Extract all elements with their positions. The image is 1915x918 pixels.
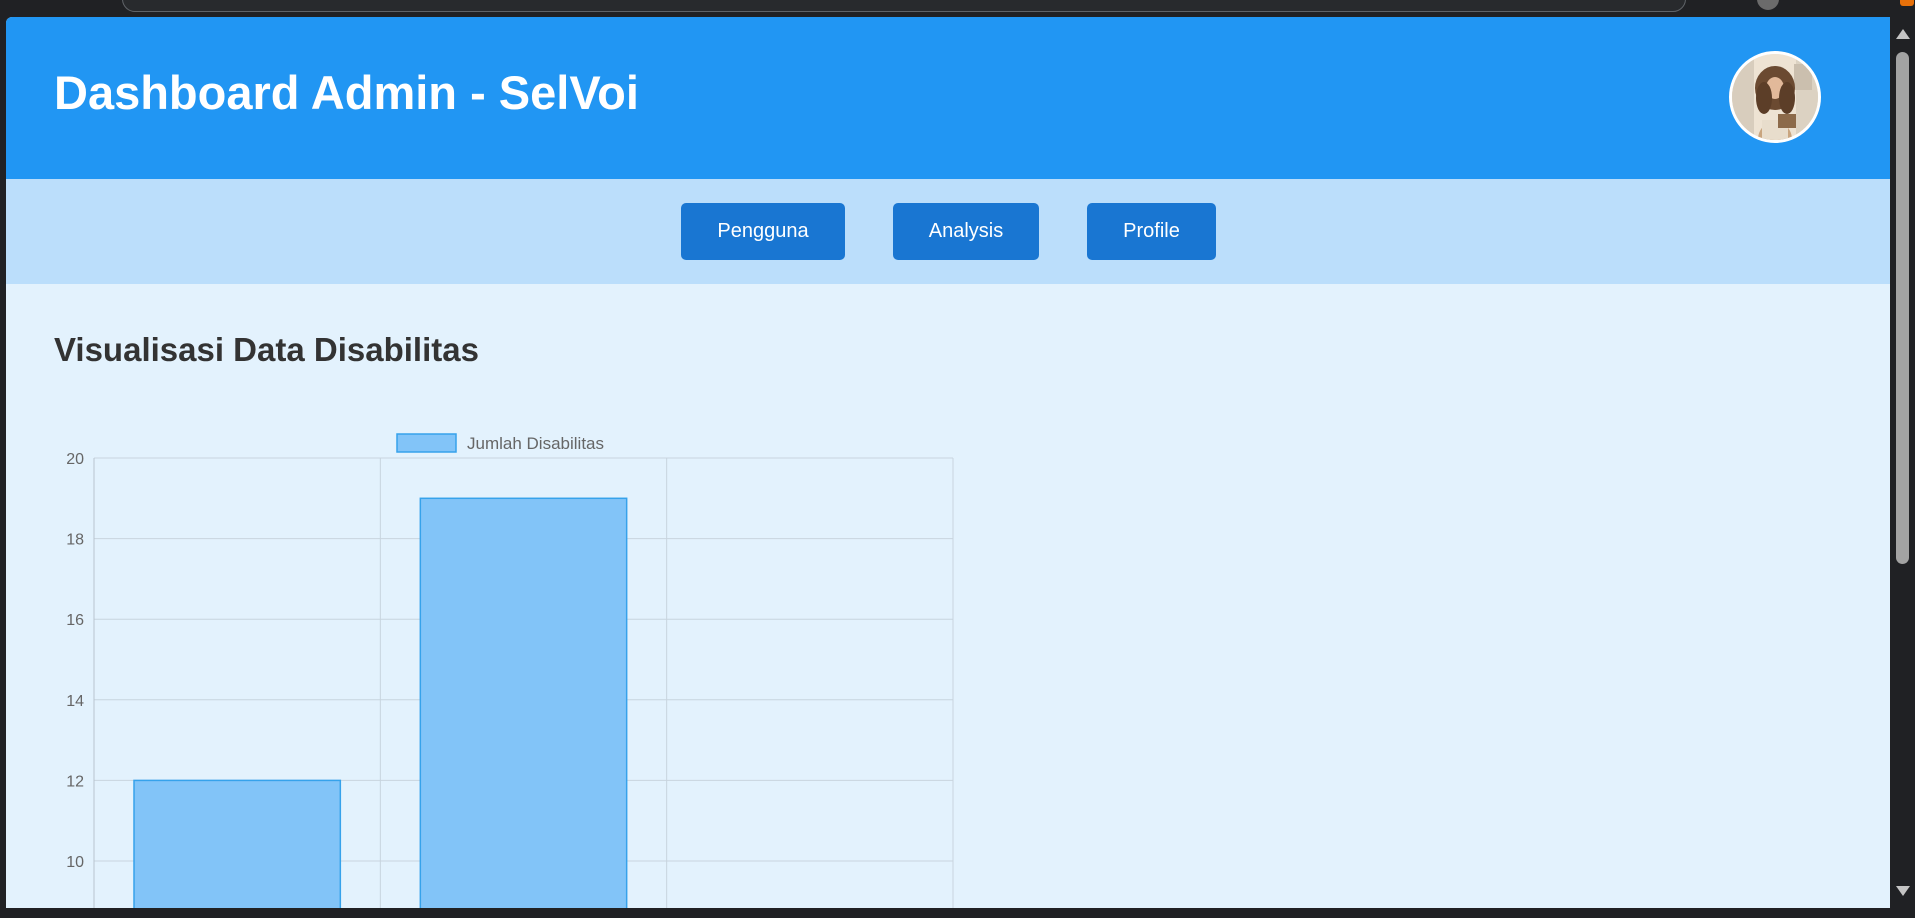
- extension-icon[interactable]: [1900, 0, 1914, 6]
- scroll-down-arrow-icon[interactable]: [1896, 886, 1910, 896]
- y-tick-label: 18: [66, 532, 84, 549]
- legend-label: Jumlah Disabilitas: [467, 434, 604, 453]
- legend-swatch: [396, 433, 457, 453]
- profile-icon[interactable]: [1757, 0, 1779, 10]
- y-tick-label: 14: [66, 693, 84, 710]
- page-viewport: Dashboard Admin - SelVoi Pengguna Analys…: [6, 17, 1890, 908]
- y-tick-label: 10: [66, 854, 84, 871]
- browser-bottom-edge: [0, 908, 1915, 918]
- scroll-up-arrow-icon[interactable]: [1896, 29, 1910, 39]
- avatar[interactable]: [1729, 51, 1821, 143]
- y-tick-label: 12: [66, 773, 84, 790]
- y-tick-label: 20: [66, 451, 84, 468]
- avatar-image: [1732, 54, 1818, 140]
- bar: [419, 497, 628, 908]
- bar-chart: 10 12 14 16 18 20 Jumlah Disabilitas: [66, 433, 954, 908]
- browser-top-bar: [0, 0, 1915, 17]
- scrollbar-thumb[interactable]: [1896, 52, 1909, 564]
- bar: [133, 779, 342, 908]
- y-tick-label: 16: [66, 612, 84, 629]
- address-bar[interactable]: [122, 0, 1686, 12]
- scrollbar[interactable]: [1890, 17, 1915, 908]
- nav-button-profile[interactable]: Profile: [1087, 203, 1216, 260]
